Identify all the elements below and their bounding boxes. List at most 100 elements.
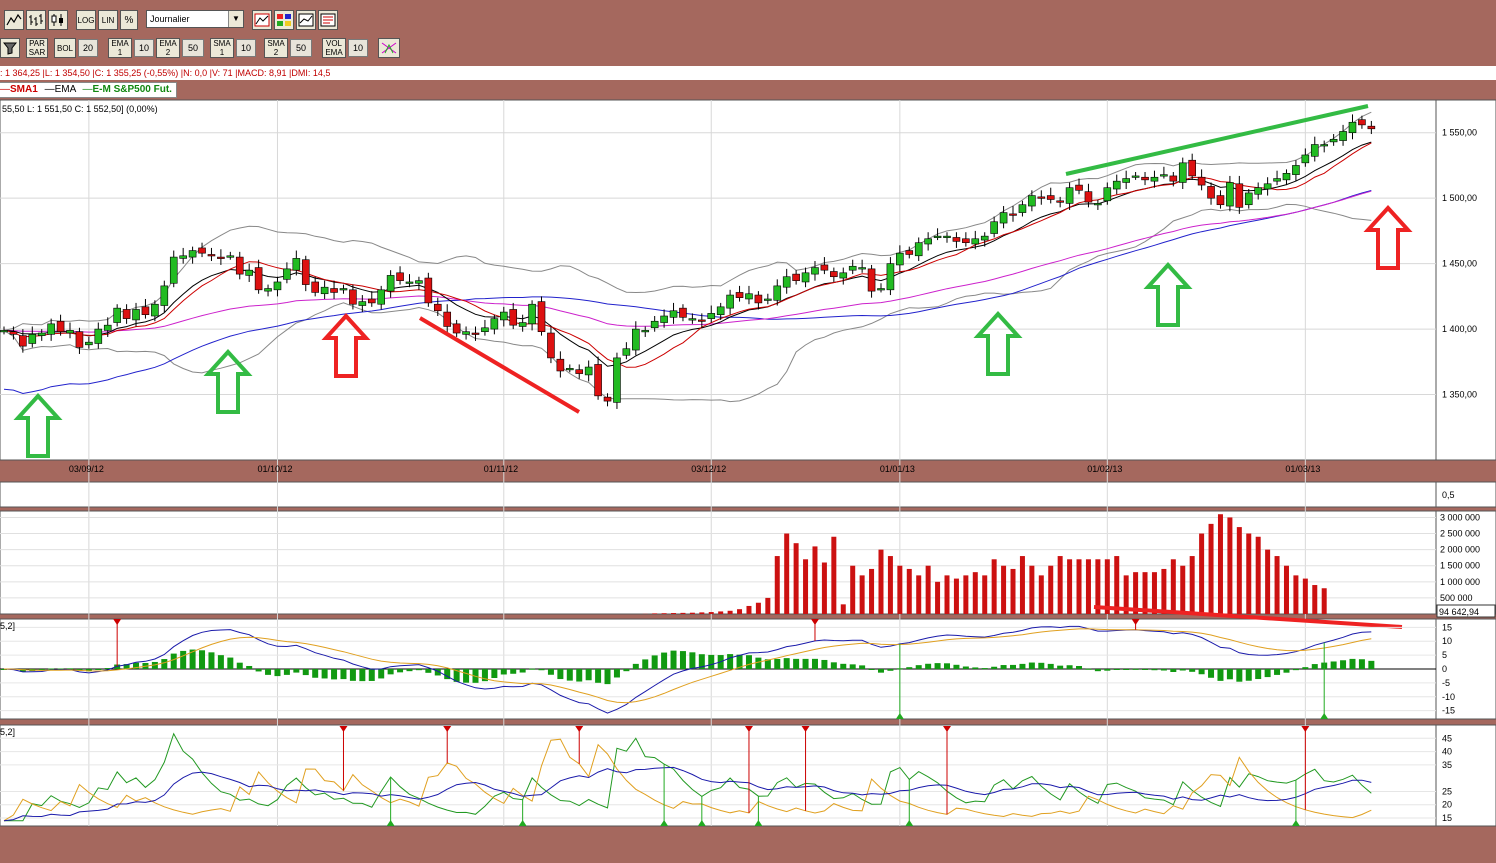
candle-body (1207, 186, 1215, 199)
macd-histogram-bar (397, 669, 404, 673)
volume-bar (1029, 565, 1035, 614)
volume-bar (1321, 588, 1327, 614)
volume-bar (1227, 517, 1233, 614)
volume-bar (689, 612, 695, 614)
macd-histogram-bar (415, 669, 422, 671)
macd-histogram-bar (425, 669, 432, 673)
bollinger-period-field[interactable]: 20 (78, 39, 98, 57)
candle-body (905, 250, 914, 255)
macd-histogram-bar (321, 669, 328, 679)
volume-bar (982, 575, 988, 614)
candle-body (433, 303, 442, 312)
macd-histogram-bar (991, 666, 998, 669)
macd-histogram-bar (962, 666, 969, 669)
macd-histogram-bar (217, 655, 224, 669)
crossover-icon (381, 42, 397, 54)
macd-histogram-bar (849, 664, 856, 669)
candle-body (914, 242, 923, 257)
macd-histogram-bar (236, 662, 243, 669)
ema1-button[interactable]: EMA 1 (108, 38, 132, 58)
candle-body (999, 212, 1008, 224)
macd-histogram-bar (1283, 669, 1290, 673)
dmi-parameter-label: 5,2] (0, 727, 15, 737)
funnel-button[interactable] (0, 38, 20, 58)
news-button[interactable] (318, 10, 338, 30)
macd-histogram-bar (821, 659, 828, 669)
candle-body (386, 275, 395, 292)
candle-body (877, 288, 885, 291)
parabolic-sar-button[interactable]: PAR SAR (26, 38, 48, 58)
macd-histogram-bar (1302, 667, 1309, 669)
macd-histogram-bar (604, 669, 611, 685)
sma1-button[interactable]: SMA 1 (210, 38, 234, 58)
candle-body (641, 330, 650, 333)
candle-body (1348, 121, 1357, 134)
candle-body (198, 247, 206, 254)
candle-body (1263, 183, 1272, 190)
macd-histogram-bar (576, 669, 583, 682)
candle-body (575, 369, 584, 374)
chart-area[interactable]: 1 350,00 1 400,00 1 450,00 1 500,00 1 550,00… (0, 96, 1496, 832)
macd-histogram-bar (547, 669, 554, 675)
macd-histogram-bar (944, 663, 950, 669)
candle-body (660, 315, 668, 323)
candle-body (782, 276, 791, 288)
candle-body (1358, 119, 1366, 126)
sma1-period-field[interactable]: 10 (236, 39, 256, 57)
macd-histogram-bar (1245, 669, 1252, 681)
candle-body (990, 221, 998, 234)
candle-body (254, 267, 263, 291)
macd-histogram-bar (161, 659, 168, 669)
price-y-tick-label: 1 400,00 (1442, 324, 1477, 334)
line-chart-button[interactable] (4, 10, 24, 30)
volume-bar (887, 556, 893, 614)
macd-histogram-bar (368, 669, 375, 681)
candle-body (1320, 144, 1328, 147)
macd-histogram-bar (491, 669, 498, 679)
candle-body (9, 331, 18, 335)
percent-scale-button[interactable]: % (120, 10, 138, 30)
sma2-button[interactable]: SMA 2 (264, 38, 288, 58)
candle-body (698, 319, 706, 322)
candle-body (320, 286, 329, 295)
compare-chart-icon (298, 13, 314, 27)
candle-body (688, 318, 697, 321)
candle-body (1178, 162, 1187, 183)
ema2-period-field[interactable]: 50 (182, 39, 204, 57)
volume-bar (755, 602, 761, 614)
volume-bar (850, 565, 856, 614)
log-scale-button[interactable]: LOG (76, 10, 96, 30)
volume-bar (859, 575, 865, 614)
ema2-button[interactable]: EMA 2 (156, 38, 180, 58)
candle-chart-button[interactable] (48, 10, 68, 30)
lin-scale-button[interactable]: LIN (98, 10, 118, 30)
macd-histogram-bar (1123, 669, 1130, 670)
sma2-period-field[interactable]: 50 (290, 39, 312, 57)
macd-histogram-bar (868, 669, 875, 670)
color-settings-button[interactable] (274, 10, 294, 30)
volume-bar (869, 568, 875, 614)
volume-bar (1236, 527, 1242, 614)
candle-body (19, 335, 27, 347)
macd-histogram-bar (1047, 663, 1054, 669)
volume-bar (1142, 572, 1148, 614)
candle-body (773, 285, 782, 301)
bar-chart-button[interactable] (26, 10, 46, 30)
news-icon (320, 13, 336, 27)
candle-body (1131, 175, 1140, 178)
volume-ema-button[interactable]: VOL EMA (322, 38, 346, 58)
bollinger-button[interactable]: BOL (54, 38, 76, 58)
candle-body (499, 311, 508, 321)
compare-chart-button[interactable] (296, 10, 316, 30)
candle-body (1329, 138, 1338, 143)
volume-bar (831, 536, 837, 614)
volume-ema-period-field[interactable]: 10 (348, 39, 368, 57)
macd-histogram-bar (651, 655, 658, 669)
crossover-button[interactable] (378, 38, 400, 58)
indicator-chart-button[interactable] (252, 10, 272, 30)
period-select[interactable]: Journalier ▼ (146, 10, 244, 28)
macd-histogram-bar (312, 669, 319, 678)
candle-body (556, 358, 565, 372)
ema1-period-field[interactable]: 10 (134, 39, 154, 57)
macd-y-tick-label: -5 (1442, 678, 1450, 688)
